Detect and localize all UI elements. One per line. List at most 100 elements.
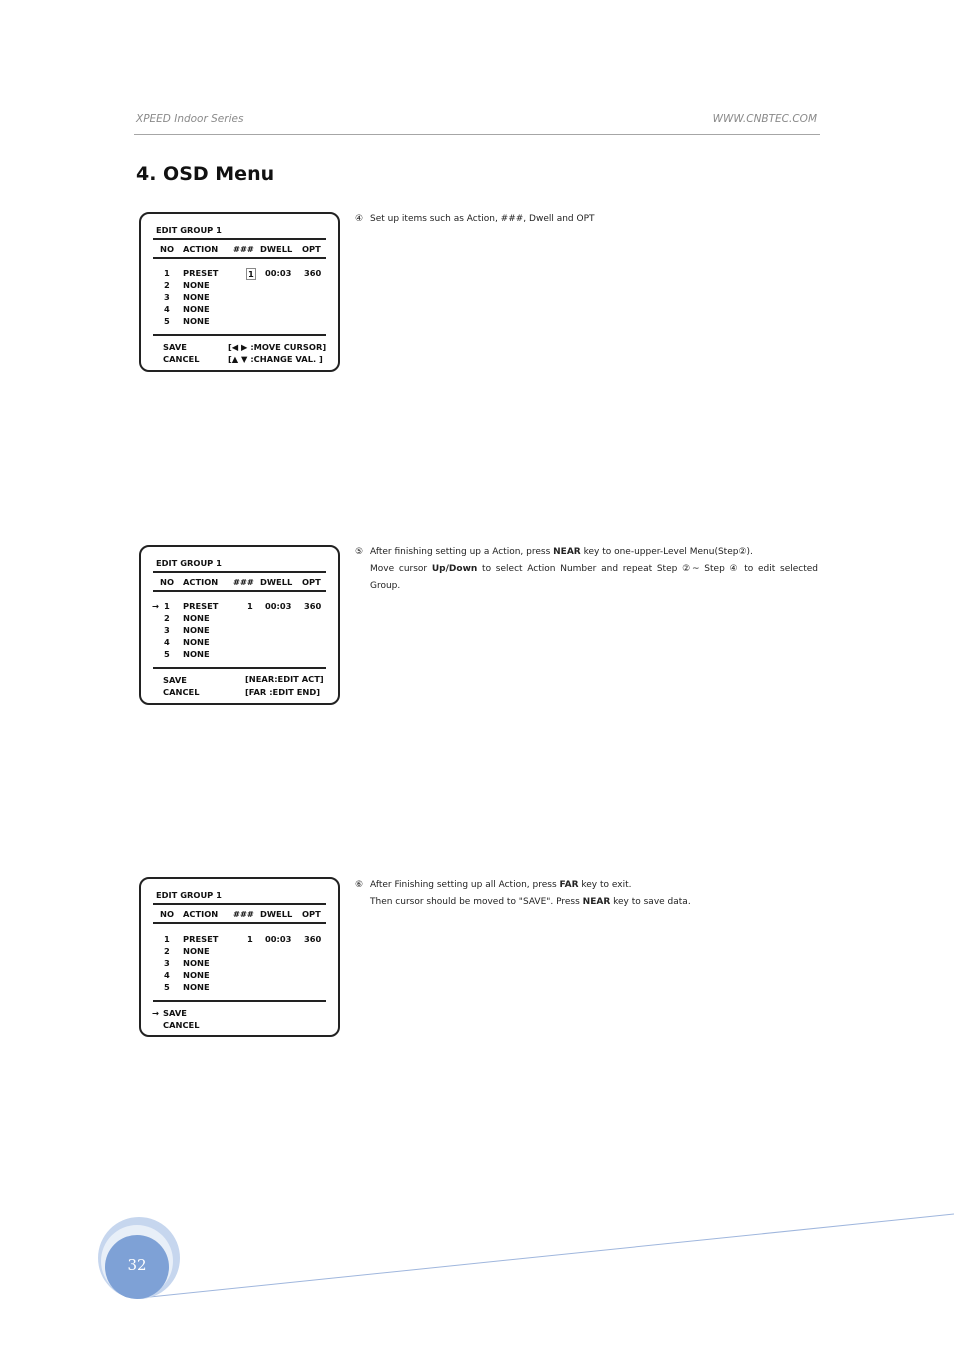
row-no: 2 [164,946,170,956]
col-action: ACTION [183,577,219,587]
osd-title: EDIT GROUP 1 [156,225,222,235]
section-title: 4. OSD Menu [136,163,275,185]
step-text: key to save data. [610,897,691,907]
row-no: 2 [164,613,170,623]
col-no: NO [160,577,174,587]
step-text: key to one-upper-Level Menu(Step②). [580,547,753,557]
osd-divider [153,571,326,573]
step-number: ⑥ [355,880,364,890]
step-number: ④ [355,214,364,224]
row-no: 1 [164,601,170,611]
osd-save: SAVE [163,342,187,352]
row-no: 1 [164,934,170,944]
osd-title: EDIT GROUP 1 [156,890,222,900]
osd-title: EDIT GROUP 1 [156,558,222,568]
row-hash: 1 [247,934,253,944]
row-action: NONE [183,304,210,314]
key-updown: Up/Down [431,564,478,574]
row-dwell: 00:03 [265,934,292,944]
row-action: NONE [183,946,210,956]
cursor-arrow-icon: → [152,1008,159,1018]
header-divider [134,134,820,135]
osd-divider [153,667,326,669]
row-action: NONE [183,280,210,290]
osd-help-near: [NEAR:EDIT ACT] [245,674,324,684]
osd-screen-step5: EDIT GROUP 1 NO ACTION ### DWELL OPT → 1… [139,545,340,705]
key-far: FAR [559,880,579,890]
step-4-instruction: ④ Set up items such as Action, ###, Dwell… [355,211,818,228]
osd-cancel: CANCEL [163,687,200,697]
row-action: NONE [183,958,210,968]
col-hash: ### [233,577,254,587]
row-action: NONE [183,292,210,302]
row-hash-selected: 1 [246,268,256,280]
row-action: PRESET [183,601,219,611]
row-opt: 360 [304,268,322,278]
col-opt: OPT [302,244,321,254]
row-action: PRESET [183,934,219,944]
step-text: Then cursor should be moved to "SAVE". P… [370,897,583,907]
step-text: After Finishing setting up all Action, p… [370,880,560,890]
row-no: 5 [164,982,170,992]
col-no: NO [160,244,174,254]
row-action: NONE [183,649,210,659]
header-series-name: XPEED Indoor Series [136,113,244,125]
row-no: 4 [164,970,170,980]
step-text: Set up items such as Action, ###, Dwell … [370,214,595,224]
osd-help-change-val: [▲ ▼ :CHANGE VAL. ] [228,354,323,364]
row-no: 1 [164,268,170,278]
osd-screen-step6: EDIT GROUP 1 NO ACTION ### DWELL OPT 1 P… [139,877,340,1037]
osd-divider [153,922,326,924]
row-action: NONE [183,970,210,980]
page-number: 32 [127,1256,147,1274]
col-dwell: DWELL [260,577,293,587]
osd-divider [153,257,326,259]
osd-help-far: [FAR :EDIT END] [245,687,321,697]
step-text: key to exit. [578,880,632,890]
osd-save: SAVE [163,1008,187,1018]
row-hash: 1 [247,601,253,611]
step-text: Move cursor [370,564,432,574]
osd-cancel: CANCEL [163,1020,200,1030]
col-action: ACTION [183,909,219,919]
header-website: WWW.CNBTEC.COM [712,113,817,125]
step-number: ⑤ [355,547,364,557]
row-no: 3 [164,958,170,968]
col-hash: ### [233,244,254,254]
row-action: NONE [183,625,210,635]
row-no: 5 [164,316,170,326]
osd-divider [153,1000,326,1002]
col-dwell: DWELL [260,909,293,919]
step-text: After finishing setting up a Action, pre… [370,547,554,557]
key-near: NEAR [553,547,581,557]
osd-divider [153,238,326,240]
row-action: NONE [183,982,210,992]
col-dwell: DWELL [260,244,293,254]
key-near: NEAR [582,897,611,907]
osd-help-move-cursor: [◀ ▶ :MOVE CURSOR] [228,342,327,352]
row-dwell: 00:03 [265,268,292,278]
col-hash: ### [233,909,254,919]
osd-cancel: CANCEL [163,354,200,364]
footer-line [139,1213,954,1299]
osd-screen-step4: EDIT GROUP 1 NO ACTION ### DWELL OPT 1 P… [139,212,340,372]
row-no: 3 [164,625,170,635]
step-5-instruction: ⑤ After finishing setting up a Action, pr… [355,544,818,595]
cursor-arrow-icon: → [152,601,159,611]
row-action: NONE [183,613,210,623]
row-dwell: 00:03 [265,601,292,611]
row-opt: 360 [304,601,322,611]
row-no: 4 [164,637,170,647]
row-action: NONE [183,637,210,647]
col-opt: OPT [302,577,321,587]
row-no: 4 [164,304,170,314]
osd-divider [153,590,326,592]
row-action: NONE [183,316,210,326]
row-no: 2 [164,280,170,290]
row-no: 3 [164,292,170,302]
osd-save: SAVE [163,675,187,685]
step-6-instruction: ⑥ After Finishing setting up all Action, … [355,877,818,911]
row-no: 5 [164,649,170,659]
osd-divider [153,903,326,905]
row-opt: 360 [304,934,322,944]
